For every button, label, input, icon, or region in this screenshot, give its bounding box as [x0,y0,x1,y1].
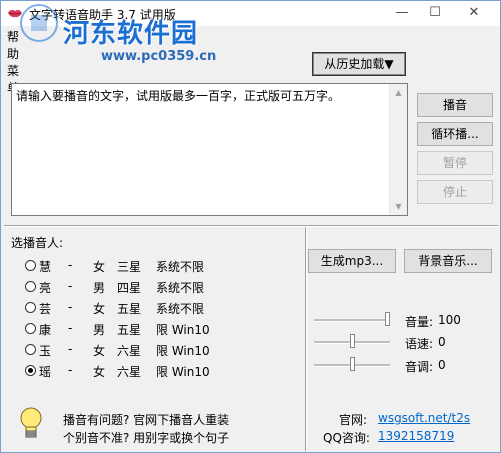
website-link[interactable]: wsgsoft.net/t2s [378,411,470,425]
lightbulb-icon [20,407,42,438]
generate-mp3-button[interactable]: 生成mp3... [308,249,396,273]
voice-system: 系统不限 [156,281,205,295]
help-tip-line2: 个别音不准? 用别字或换个句子 [63,431,230,445]
voice-option[interactable]: 瑶 - 女六星限 Win10 [25,363,245,379]
rate-thumb[interactable] [350,334,355,348]
voice-section-label: 选播音人: [11,236,64,250]
rate-label: 语速: [405,337,434,351]
voice-name: 玉 [39,344,52,358]
voice-name: 亮 [39,281,52,295]
voice-dash1: - [68,279,73,293]
stop-button[interactable]: 停止 [417,180,493,204]
pitch-thumb[interactable] [350,357,355,371]
volume-track [314,319,390,322]
volume-slider[interactable] [314,312,390,328]
voice-option[interactable]: 亮 - 男四星 系统不限 [25,279,245,295]
maximize-button[interactable]: ☐ [418,4,452,22]
watermark-brand: 河东软件园 [63,19,199,49]
voice-option[interactable]: 康 - 男五星限 Win10 [25,321,245,337]
voice-gender: 女 [93,260,106,274]
voice-stars: 五星 [117,323,142,337]
close-button[interactable]: ✕ [457,4,491,22]
voice-system: 限 Win10 [156,323,210,337]
text-input-value: 请输入要播音的文字，试用版最多一百字，正式版可五万字。 [16,89,341,103]
voice-gender: 女 [93,302,106,316]
vertical-divider [305,227,307,451]
voice-dash1: - [68,258,73,272]
website-label: 官网: [339,413,368,427]
voice-dash1: - [68,321,73,335]
voice-stars: 六星 [117,365,142,379]
pause-button[interactable]: 暂停 [417,151,493,175]
voice-stars: 三星 [117,260,142,274]
voice-option[interactable]: 慧 - 女三星 系统不限 [25,258,245,274]
voice-dash1: - [68,363,73,377]
play-button[interactable]: 播音 [417,93,493,117]
qq-label: QQ咨询: [323,431,370,445]
voice-stars: 五星 [117,302,142,316]
voice-option[interactable]: 芸 - 女五星 系统不限 [25,300,245,316]
voice-dash1: - [68,342,73,356]
voice-radio[interactable] [25,344,36,355]
background-music-button[interactable]: 背景音乐... [404,249,492,273]
voice-dash1: - [68,300,73,314]
volume-label: 音量: [405,315,434,329]
watermark-url: www.pc0359.cn [101,49,217,64]
pitch-label: 音调: [405,360,434,374]
voice-radio[interactable] [25,302,36,313]
voice-name: 瑶 [39,365,52,379]
minimize-button[interactable]: — [385,4,419,22]
voice-name: 慧 [39,260,52,274]
text-input[interactable]: 请输入要播音的文字，试用版最多一百字，正式版可五万字。 ▲ ▼ [11,83,408,216]
volume-value: 100 [438,313,461,327]
app-window: 文字转语音助手 3.7 试用版 — ☐ ✕ 河东软件园 www.pc0359.c… [0,0,501,453]
voice-system: 限 Win10 [156,344,210,358]
voice-stars: 六星 [117,344,142,358]
rate-slider[interactable] [314,334,390,350]
voice-system: 系统不限 [156,302,205,316]
voice-name: 芸 [39,302,52,316]
scroll-up-icon[interactable]: ▲ [390,84,407,101]
voice-radio[interactable] [25,260,36,271]
scroll-down-icon[interactable]: ▼ [390,198,407,215]
text-scrollbar[interactable]: ▲ ▼ [389,84,407,215]
voice-gender: 男 [93,323,106,337]
voice-gender: 男 [93,281,106,295]
pitch-value: 0 [438,358,446,372]
voice-gender: 女 [93,365,106,379]
voice-system: 系统不限 [156,260,205,274]
voice-radio[interactable] [25,281,36,292]
voice-stars: 四星 [117,281,142,295]
voice-name: 康 [39,323,52,337]
loop-play-button[interactable]: 循环播... [417,122,493,146]
qq-link[interactable]: 1392158719 [378,429,454,443]
voice-system: 限 Win10 [156,365,210,379]
help-tip-line1: 播音有问题? 官网下播音人重装 [63,413,230,427]
load-history-button[interactable]: 从历史加载▼ [312,52,406,76]
pitch-slider[interactable] [314,357,390,373]
voice-radio[interactable] [25,365,36,376]
voice-gender: 女 [93,344,106,358]
horizontal-divider [4,225,498,227]
rate-value: 0 [438,335,446,349]
volume-thumb[interactable] [385,312,390,326]
voice-radio[interactable] [25,323,36,334]
voice-option[interactable]: 玉 - 女六星限 Win10 [25,342,245,358]
